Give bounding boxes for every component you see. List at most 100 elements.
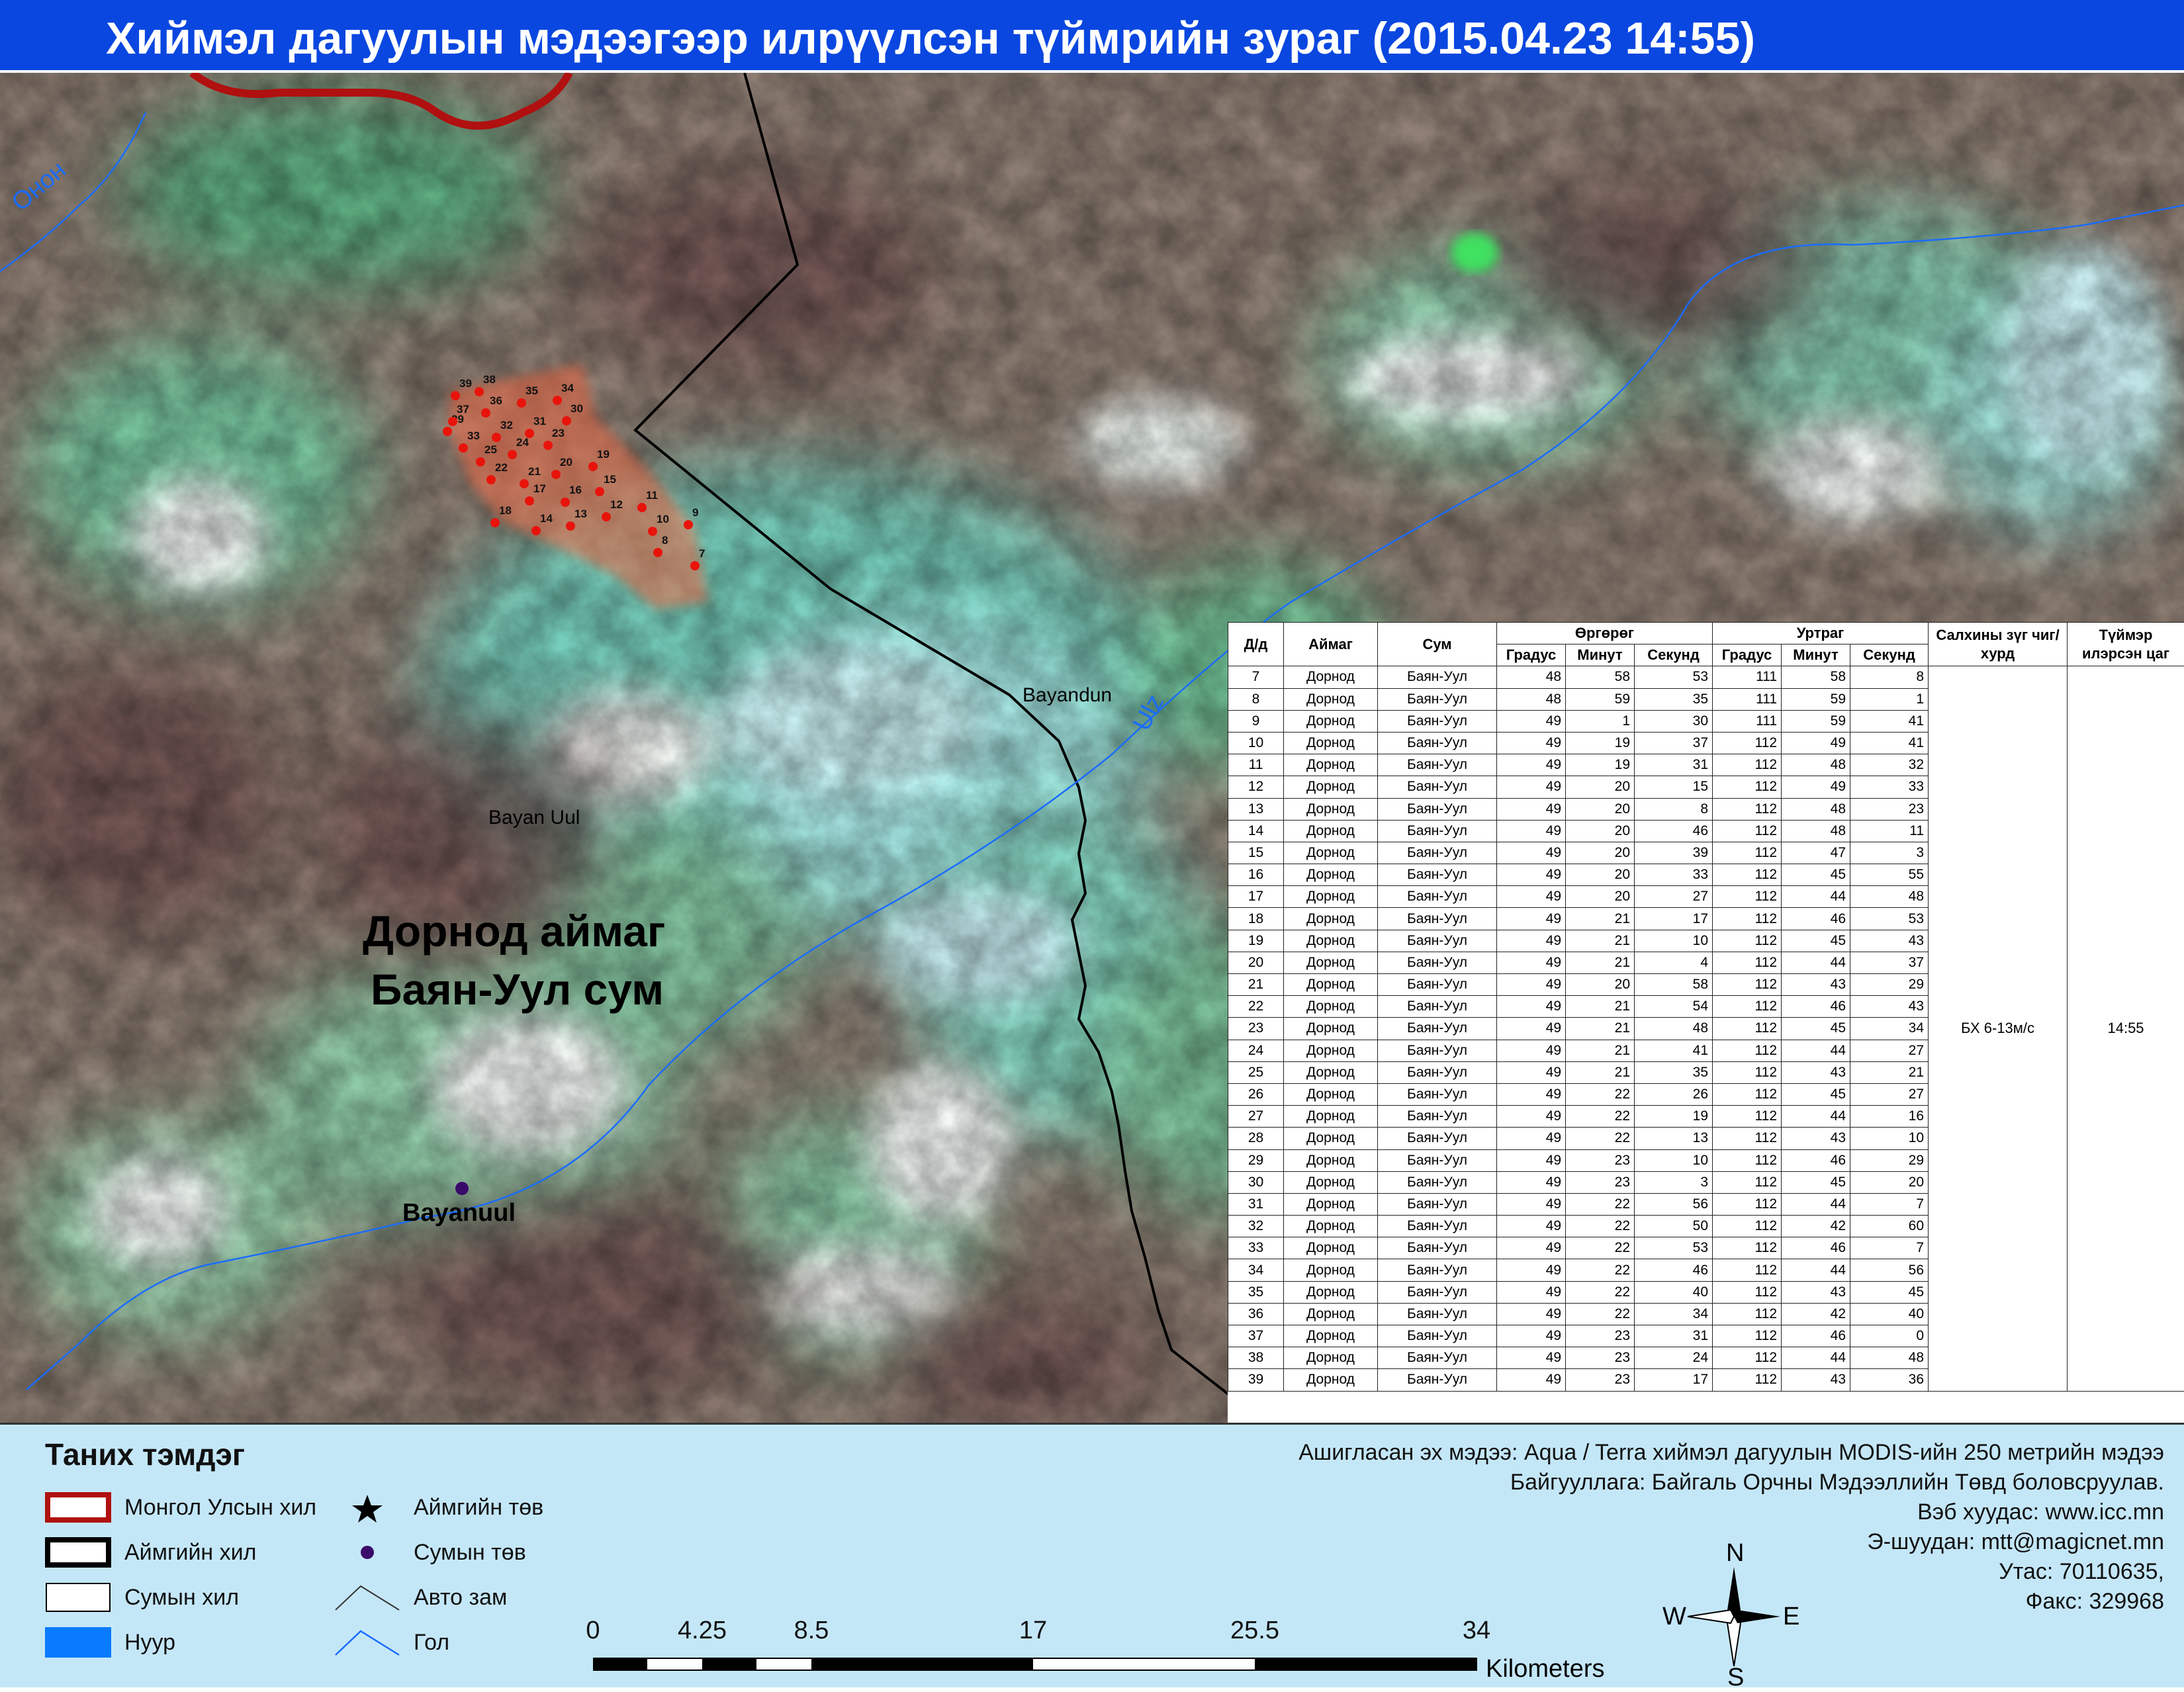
table-cell: 3 xyxy=(1850,842,1929,864)
header-lon-min: Минут xyxy=(1782,645,1850,666)
fire-point-marker[interactable] xyxy=(448,417,457,426)
fire-point-marker[interactable] xyxy=(525,429,534,438)
credit-website[interactable]: Вэб хуудас: www.icc.mn xyxy=(1298,1497,2164,1527)
table-cell: 112 xyxy=(1713,1325,1782,1347)
table-cell: 49 xyxy=(1782,732,1850,754)
table-cell: 43 xyxy=(1782,1281,1850,1303)
table-cell: Дорнод xyxy=(1284,1281,1378,1303)
fire-point-marker[interactable] xyxy=(648,527,657,536)
table-cell: 112 xyxy=(1713,1281,1782,1303)
fire-point-marker[interactable] xyxy=(451,391,460,400)
fire-point-marker[interactable] xyxy=(475,387,484,396)
table-cell: 20 xyxy=(1228,952,1284,973)
table-cell: 49 xyxy=(1497,1128,1566,1149)
fire-point-marker[interactable] xyxy=(517,398,526,408)
table-cell: 44 xyxy=(1782,952,1850,973)
table-cell: 45 xyxy=(1782,1018,1850,1040)
fire-point-label: 21 xyxy=(528,465,541,478)
table-cell: 49 xyxy=(1497,710,1566,732)
table-cell: 48 xyxy=(1782,820,1850,842)
fire-point-label: 12 xyxy=(610,498,623,511)
table-cell: Дорнод xyxy=(1284,1018,1378,1040)
fire-point-marker[interactable] xyxy=(486,475,496,484)
fire-point-marker[interactable] xyxy=(562,416,571,425)
legend-label: Аймгийн хил xyxy=(124,1536,256,1569)
table-cell: 21 xyxy=(1228,974,1284,996)
fire-point-label: 38 xyxy=(483,373,496,386)
fire-point-marker[interactable] xyxy=(525,496,534,506)
fire-point-marker[interactable] xyxy=(566,521,575,531)
table-cell: 49 xyxy=(1497,1083,1566,1105)
table-cell: 34 xyxy=(1228,1259,1284,1281)
fire-point-marker[interactable] xyxy=(520,479,529,488)
scale-bar: 0 4.25 8.5 17 25.5 34 Kilometers xyxy=(582,1617,1509,1689)
fire-point-marker[interactable] xyxy=(553,396,562,405)
fire-point-marker[interactable] xyxy=(637,503,647,512)
table-cell: 23 xyxy=(1566,1171,1635,1193)
table-cell: Дорнод xyxy=(1284,776,1378,798)
table-cell: Баян-Уул xyxy=(1378,798,1497,820)
fire-point-label: 16 xyxy=(569,484,582,496)
fire-point-marker[interactable] xyxy=(690,561,700,570)
fire-point-marker[interactable] xyxy=(653,548,662,557)
fire-point-marker[interactable] xyxy=(602,512,611,521)
table-cell: 26 xyxy=(1635,1083,1713,1105)
table-cell: 112 xyxy=(1713,1237,1782,1259)
fire-point-marker[interactable] xyxy=(476,457,485,467)
table-cell: 10 xyxy=(1635,930,1713,952)
table-cell: 8 xyxy=(1228,688,1284,710)
fire-point-marker[interactable] xyxy=(508,450,517,459)
fire-point-marker[interactable] xyxy=(543,441,553,450)
fire-point-marker[interactable] xyxy=(459,443,468,453)
credit-email[interactable]: Э-шуудан: mtt@magicnet.mn xyxy=(1298,1527,2164,1557)
table-cell: 17 xyxy=(1228,886,1284,908)
table-cell: 58 xyxy=(1566,666,1635,688)
table-cell: 22 xyxy=(1566,1237,1635,1259)
table-cell: 49 xyxy=(1497,1347,1566,1369)
table-cell: 43 xyxy=(1782,974,1850,996)
table-cell: Баян-Уул xyxy=(1378,1128,1497,1149)
scale-tick: 17 xyxy=(1019,1617,1047,1645)
table-cell: 10 xyxy=(1635,1149,1713,1171)
table-cell: Баян-Уул xyxy=(1378,820,1497,842)
table-cell: 11 xyxy=(1850,820,1929,842)
table-cell: Дорнод xyxy=(1284,1237,1378,1259)
table-cell: 34 xyxy=(1850,1018,1929,1040)
table-cell: 33 xyxy=(1635,864,1713,886)
table-cell: 8 xyxy=(1635,798,1713,820)
credit-organization: Байгууллага: Байгаль Орчны Мэдээллийн Тө… xyxy=(1298,1468,2164,1497)
fire-point-marker[interactable] xyxy=(443,427,452,436)
header-lon-deg: Градус xyxy=(1713,645,1782,666)
header-lon-sec: Секунд xyxy=(1850,645,1929,666)
fire-point-marker[interactable] xyxy=(490,518,500,527)
map-title: Хиймэл дагуулын мэдээгээр илрүүлсэн түйм… xyxy=(0,0,2184,73)
table-cell: 112 xyxy=(1713,1369,1782,1391)
table-cell: 16 xyxy=(1850,1106,1929,1128)
fire-point-marker[interactable] xyxy=(492,433,501,442)
table-cell: 37 xyxy=(1228,1325,1284,1347)
table-cell: 112 xyxy=(1713,864,1782,886)
table-cell: 36 xyxy=(1228,1303,1284,1325)
table-cell: Баян-Уул xyxy=(1378,1149,1497,1171)
legend-label: Авто зам xyxy=(414,1581,507,1614)
table-cell: Дорнод xyxy=(1284,1347,1378,1369)
fire-point-marker[interactable] xyxy=(551,470,561,479)
table-cell: 112 xyxy=(1713,842,1782,864)
fire-point-marker[interactable] xyxy=(588,462,598,471)
table-cell: Дорнод xyxy=(1284,1303,1378,1325)
sum-border-symbol xyxy=(45,1581,111,1614)
table-cell: Баян-Уул xyxy=(1378,842,1497,864)
fire-point-marker[interactable] xyxy=(684,520,693,529)
fire-point-marker[interactable] xyxy=(561,498,570,507)
table-cell: Дорнод xyxy=(1284,974,1378,996)
table-cell: 112 xyxy=(1713,820,1782,842)
table-cell: 53 xyxy=(1635,666,1713,688)
table-cell: 59 xyxy=(1782,710,1850,732)
fire-point-marker[interactable] xyxy=(531,526,541,535)
fire-point-marker[interactable] xyxy=(595,487,604,496)
table-cell: 49 xyxy=(1497,842,1566,864)
table-cell: 43 xyxy=(1782,1128,1850,1149)
fire-point-marker[interactable] xyxy=(481,408,490,418)
table-body: 7ДорнодБаян-Уул485853111588БХ 6-13м/с14:… xyxy=(1228,666,2184,1391)
table-cell: 46 xyxy=(1635,820,1713,842)
